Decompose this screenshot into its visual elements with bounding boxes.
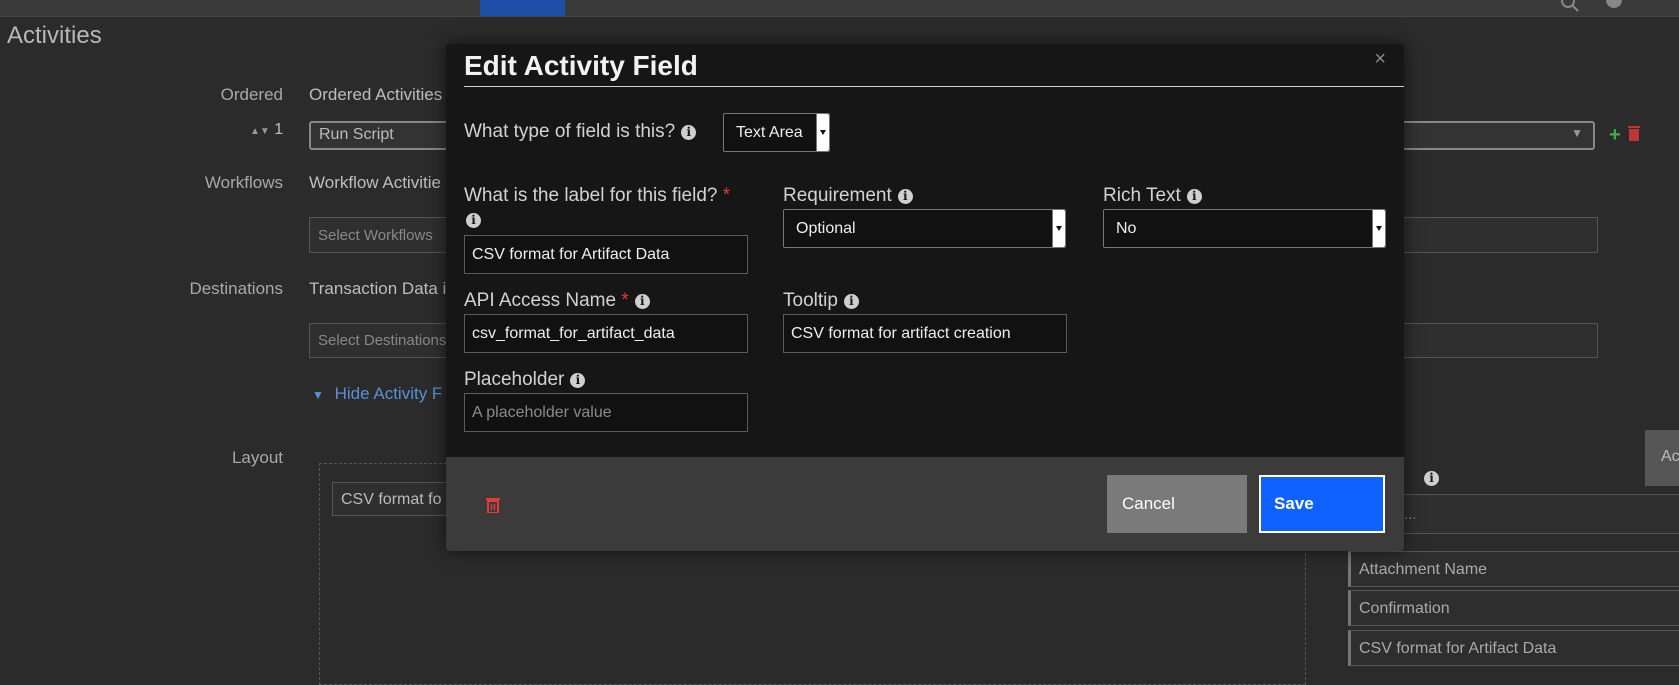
field-type-text: What type of field is this? (464, 121, 676, 142)
placeholder-label-text: Placeholder (464, 369, 565, 390)
active-nav-tab[interactable] (480, 0, 565, 16)
top-navigation-bar (0, 0, 1679, 17)
rich-text-label: Rich Text i (1103, 185, 1202, 207)
close-icon[interactable]: × (1374, 48, 1386, 71)
modal-footer: Cancel Save (446, 457, 1404, 551)
rich-text-select[interactable]: No (1103, 209, 1386, 248)
requirement-label: Requirement i (783, 185, 913, 207)
requirement-value: Optional (796, 219, 856, 237)
hide-activity-fields-toggle[interactable]: ▼ Hide Activity F (312, 384, 442, 404)
required-mark: * (621, 290, 629, 311)
info-icon: i (1186, 189, 1202, 204)
search-icon[interactable] (1560, 0, 1580, 19)
chevron-down-icon (1052, 210, 1065, 247)
requirement-text: Requirement (783, 185, 892, 206)
tooltip-label: Tooltip i (783, 290, 859, 312)
destinations-right-field[interactable] (1390, 323, 1598, 358)
up-down-arrows-icon[interactable]: ▲▼ (250, 126, 270, 137)
api-access-name-label: API Access Name * i (464, 290, 650, 312)
rich-text-value: No (1116, 219, 1137, 237)
info-icon: i (460, 212, 481, 230)
info-icon: i (843, 294, 859, 309)
placeholder-label: Placeholder i (464, 369, 586, 391)
tooltip-label-text: Tooltip (783, 290, 838, 311)
save-button[interactable]: Save (1259, 475, 1385, 533)
field-type-select[interactable]: Text Area (723, 113, 830, 152)
info-icon: i (634, 294, 650, 309)
workflows-label: Workflows (204, 173, 283, 192)
ordered-label: Ordered (220, 85, 283, 104)
api-access-name-input[interactable]: csv_format_for_artifact_data (464, 314, 748, 353)
order-control[interactable]: ▲▼ 1 (250, 121, 283, 139)
label-question-text: What is the label for this field? (464, 185, 718, 206)
chevron-down-icon: ▼ (1571, 126, 1583, 140)
list-item[interactable]: CSV format for Artifact Data (1348, 630, 1679, 666)
order-number: 1 (274, 121, 284, 138)
hide-activity-label: Hide Activity F (334, 384, 443, 403)
list-item[interactable]: Confirmation (1348, 590, 1679, 626)
tooltip-input[interactable]: CSV format for artifact creation (783, 314, 1067, 353)
workflows-right-field[interactable] (1390, 217, 1598, 253)
layout-label: Layout (231, 448, 283, 467)
workflows-select[interactable]: Select Workflows (309, 217, 459, 253)
field-label-value: CSV format for Artifact Data (472, 245, 670, 263)
run-script-value: Run Script (319, 126, 394, 143)
modal-title: Edit Activity Field (464, 50, 698, 81)
caret-down-icon: ▼ (312, 388, 324, 402)
delete-field-icon[interactable] (486, 497, 500, 518)
cancel-button[interactable]: Cancel (1107, 475, 1247, 533)
add-button[interactable]: Ac (1645, 430, 1679, 486)
placeholder-input-placeholder: A placeholder value (472, 403, 612, 421)
info-icon: i (570, 373, 586, 388)
placeholder-input[interactable]: A placeholder value (464, 393, 748, 432)
transaction-data-label: Transaction Data i (309, 279, 447, 298)
ordered-activities-label: Ordered Activities (309, 85, 443, 104)
destinations-placeholder: Select Destinations (318, 332, 447, 349)
help-icon[interactable] (1605, 0, 1623, 17)
tooltip-value: CSV format for artifact creation (791, 324, 1011, 342)
workflows-placeholder: Select Workflows (318, 226, 433, 244)
info-icon: i (1418, 470, 1439, 488)
rich-text-text: Rich Text (1103, 185, 1181, 206)
destinations-label: Destinations (189, 279, 283, 298)
chevron-down-icon (816, 114, 829, 151)
info-icon: i (681, 125, 697, 140)
page-title: Activities (7, 22, 102, 49)
list-item[interactable]: Attachment Name (1348, 551, 1679, 587)
label-question: What is the label for this field? * (464, 185, 730, 207)
field-label-input[interactable]: CSV format for Artifact Data (464, 235, 748, 274)
api-label-text: API Access Name (464, 290, 617, 311)
right-search-field[interactable]: ... (1395, 494, 1679, 534)
right-search-value: ... (1404, 505, 1417, 523)
required-mark: * (722, 185, 731, 206)
add-activity-icon[interactable]: + (1609, 124, 1621, 147)
info-icon: i (897, 189, 913, 204)
edit-activity-field-modal: Edit Activity Field × What type of field… (446, 44, 1404, 551)
api-access-name-value: csv_format_for_artifact_data (472, 324, 675, 342)
requirement-select[interactable]: Optional (783, 209, 1066, 248)
destinations-select[interactable]: Select Destinations (309, 323, 459, 358)
delete-activity-icon[interactable] (1628, 126, 1640, 141)
workflow-activities-label: Workflow Activitie (309, 173, 441, 192)
chevron-down-icon (1372, 210, 1385, 247)
modal-header: Edit Activity Field × (464, 44, 1404, 87)
field-type-label: What type of field is this? i (464, 121, 697, 143)
field-type-value: Text Area (736, 123, 803, 141)
